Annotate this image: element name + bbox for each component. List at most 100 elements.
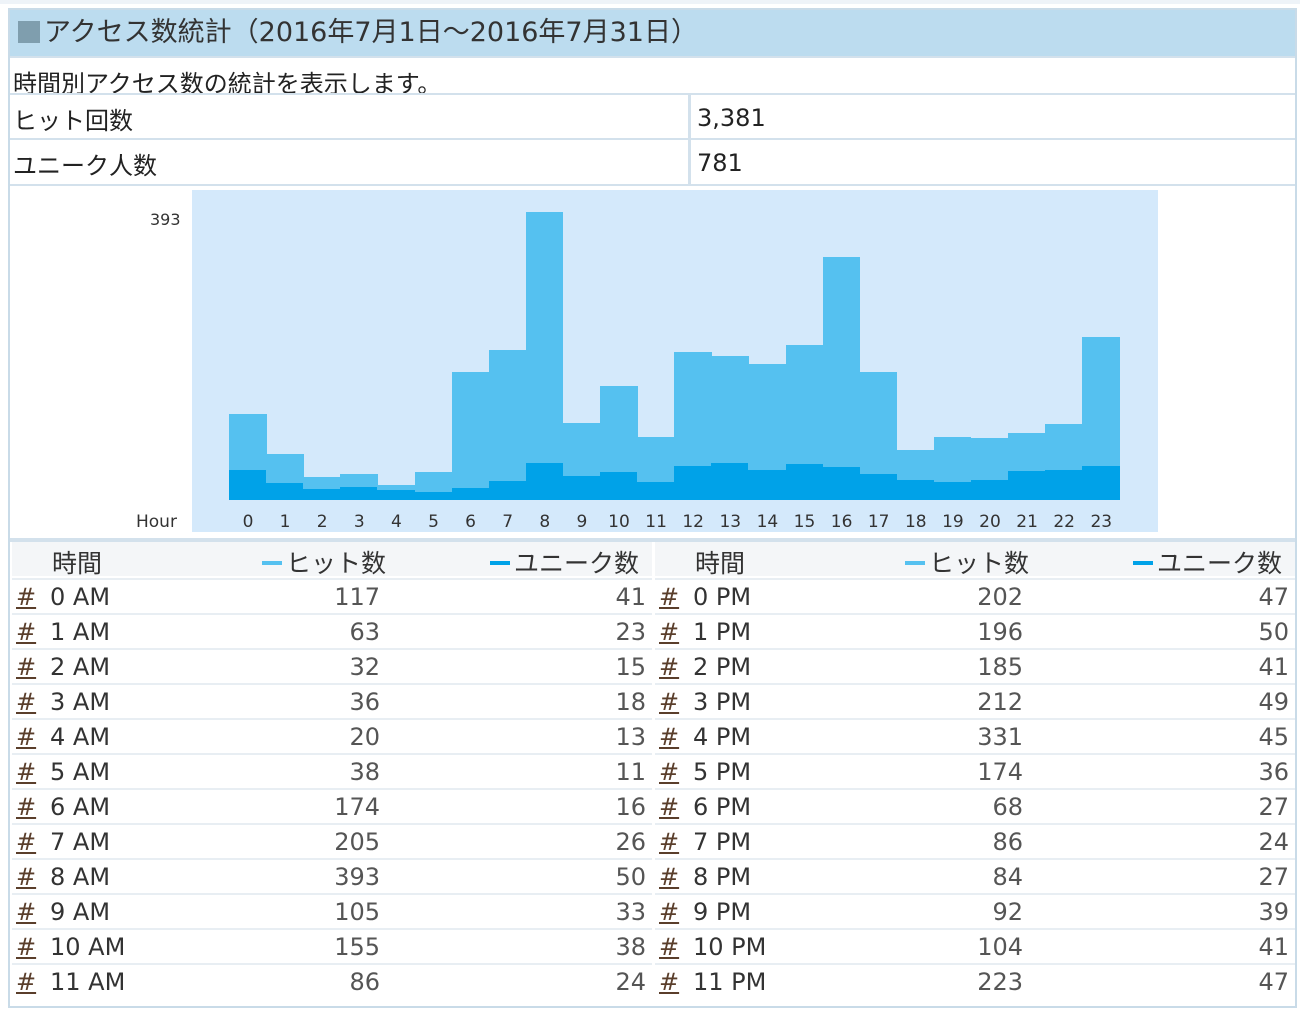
hits-value: 205 bbox=[334, 828, 380, 856]
unique-bar bbox=[525, 463, 564, 500]
unique-bar bbox=[1082, 465, 1120, 500]
hits-bar bbox=[451, 372, 490, 500]
unique-bar bbox=[303, 489, 341, 500]
hits-legend-icon bbox=[262, 561, 282, 565]
hits-value: 331 bbox=[977, 723, 1023, 751]
unique-value: 23 bbox=[615, 618, 646, 646]
x-tick-label: 13 bbox=[719, 512, 742, 532]
x-tick-label: 8 bbox=[539, 512, 551, 532]
hour-label: 4 AM bbox=[50, 723, 111, 751]
unique-value: 47 bbox=[1258, 583, 1289, 611]
hits-value: 155 bbox=[334, 933, 380, 961]
unique-bar bbox=[1045, 469, 1083, 500]
hour-label: 9 AM bbox=[50, 898, 111, 926]
hour-link[interactable]: # bbox=[16, 618, 36, 646]
unique-value: 16 bbox=[615, 793, 646, 821]
table-row: # 10 PM 104 41 bbox=[655, 928, 1295, 963]
hour-link[interactable]: # bbox=[659, 653, 679, 681]
hour-label: 5 PM bbox=[693, 758, 752, 786]
hour-label: 5 AM bbox=[50, 758, 111, 786]
hour-link[interactable]: # bbox=[659, 583, 679, 611]
x-tick-label: 2 bbox=[316, 512, 328, 532]
hour-label: 7 PM bbox=[693, 828, 752, 856]
hour-label: 10 PM bbox=[693, 933, 767, 961]
hits-value: 223 bbox=[977, 968, 1023, 996]
header-unique: ユニーク数 bbox=[490, 544, 639, 580]
pm-table: 時間 ヒット数 ユニーク数 # 0 PM 202 47 # 1 PM 196 5… bbox=[655, 542, 1295, 1002]
hour-link[interactable]: # bbox=[16, 653, 36, 681]
hour-link[interactable]: # bbox=[16, 793, 36, 821]
table-row: # 1 PM 196 50 bbox=[655, 613, 1295, 648]
hour-link[interactable]: # bbox=[16, 898, 36, 926]
unique-value: 781 bbox=[688, 140, 743, 184]
hits-bar bbox=[488, 349, 527, 500]
hour-link[interactable]: # bbox=[659, 863, 679, 891]
table-row: # 9 AM 105 33 bbox=[12, 893, 652, 928]
hits-value: 84 bbox=[992, 863, 1023, 891]
unique-value: 18 bbox=[615, 688, 646, 716]
unique-header-text: ユニーク数 bbox=[1157, 549, 1283, 578]
hits-value: 63 bbox=[349, 618, 380, 646]
unique-value: 39 bbox=[1258, 898, 1289, 926]
hits-header-text: ヒット数 bbox=[929, 549, 1030, 578]
hour-label: 4 PM bbox=[693, 723, 752, 751]
hits-bar bbox=[525, 212, 564, 500]
x-tick-label: 15 bbox=[793, 512, 816, 532]
table-row: # 6 AM 174 16 bbox=[12, 788, 652, 823]
hour-link[interactable]: # bbox=[16, 758, 36, 786]
hour-link[interactable]: # bbox=[16, 723, 36, 751]
hour-link[interactable]: # bbox=[16, 828, 36, 856]
hour-link[interactable]: # bbox=[659, 758, 679, 786]
table-header: 時間 ヒット数 ユニーク数 bbox=[655, 542, 1295, 578]
hour-link[interactable]: # bbox=[659, 828, 679, 856]
hits-value: 36 bbox=[349, 688, 380, 716]
unique-bar bbox=[600, 472, 638, 500]
table-row: # 5 AM 38 11 bbox=[12, 753, 652, 788]
hour-link[interactable]: # bbox=[659, 618, 679, 646]
x-tick-label: 6 bbox=[465, 512, 476, 532]
x-tick-label: 11 bbox=[645, 512, 667, 532]
table-row: # 6 PM 68 27 bbox=[655, 788, 1295, 823]
hour-link[interactable]: # bbox=[16, 933, 36, 961]
unique-bar bbox=[822, 467, 861, 500]
unique-value: 50 bbox=[1258, 618, 1289, 646]
hour-link[interactable]: # bbox=[16, 968, 36, 996]
unique-legend-icon bbox=[1133, 561, 1153, 565]
top-border bbox=[0, 0, 1300, 4]
hits-legend-icon bbox=[905, 561, 925, 565]
hour-link[interactable]: # bbox=[659, 793, 679, 821]
hour-link[interactable]: # bbox=[659, 898, 679, 926]
hits-value: 104 bbox=[977, 933, 1023, 961]
table-row: # 2 PM 185 41 bbox=[655, 648, 1295, 683]
hits-value: 38 bbox=[349, 758, 380, 786]
unique-value: 41 bbox=[615, 583, 646, 611]
x-tick-label: 9 bbox=[576, 512, 588, 532]
unique-bar bbox=[266, 483, 304, 500]
table-row: # 10 AM 155 38 bbox=[12, 928, 652, 963]
unique-bar bbox=[748, 469, 786, 500]
hour-label: 1 AM bbox=[50, 618, 111, 646]
table-row: # 3 PM 212 49 bbox=[655, 683, 1295, 718]
unique-value: 41 bbox=[1258, 653, 1289, 681]
x-tick-label: 23 bbox=[1090, 512, 1113, 532]
unique-bar bbox=[451, 488, 490, 500]
hour-label: 2 PM bbox=[693, 653, 752, 681]
hits-value: 32 bbox=[349, 653, 380, 681]
hour-link[interactable]: # bbox=[659, 968, 679, 996]
hour-link[interactable]: # bbox=[659, 688, 679, 716]
table-row: # 4 PM 331 45 bbox=[655, 718, 1295, 753]
hour-link[interactable]: # bbox=[16, 688, 36, 716]
hits-value: 86 bbox=[349, 968, 380, 996]
table-row: # 3 AM 36 18 bbox=[12, 683, 652, 718]
header-time: 時間 bbox=[52, 549, 103, 578]
x-tick-label: 20 bbox=[979, 512, 1001, 532]
square-bullet-icon bbox=[18, 21, 40, 43]
x-tick-label: 7 bbox=[502, 512, 514, 532]
hour-link[interactable]: # bbox=[16, 583, 36, 611]
hour-label: 8 AM bbox=[50, 863, 111, 891]
hour-link[interactable]: # bbox=[659, 723, 679, 751]
x-tick-label: 4 bbox=[390, 512, 402, 532]
unique-value: 11 bbox=[615, 758, 646, 786]
hour-link[interactable]: # bbox=[659, 933, 679, 961]
hour-link[interactable]: # bbox=[16, 863, 36, 891]
